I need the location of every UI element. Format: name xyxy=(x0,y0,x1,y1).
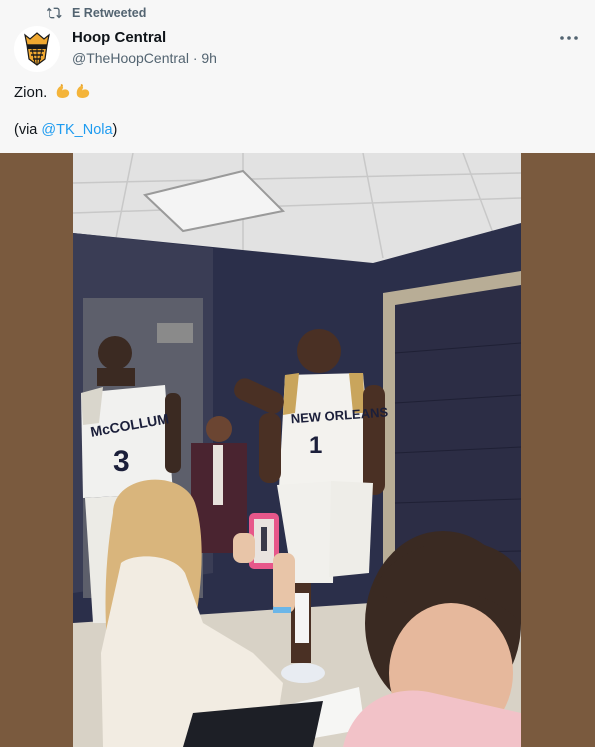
locker-room-photo: McCOLLUM 3 NEW ORLEANS 1 xyxy=(73,153,521,747)
jersey-left-number: 3 xyxy=(113,445,130,478)
more-options-button[interactable] xyxy=(555,30,583,46)
meta-separator: · xyxy=(192,50,198,66)
via-mention-link[interactable]: @TK_Nola xyxy=(41,122,112,138)
via-prefix: (via xyxy=(14,122,42,138)
via-suffix: ) xyxy=(112,122,118,138)
tweet-time[interactable]: 9h xyxy=(201,50,217,66)
via-credit: (via @TK_Nola) xyxy=(14,120,117,140)
author-handle[interactable]: @TheHoopCentral xyxy=(72,50,189,66)
author-meta: @TheHoopCentral · 9h xyxy=(72,50,217,66)
avatar[interactable] xyxy=(14,26,60,72)
flexed-biceps-emoji-1 xyxy=(54,82,72,106)
more-dots-icon xyxy=(560,36,578,40)
tweet-card[interactable]: E Retweeted Hoop Central @TheHoopCentral… xyxy=(0,0,595,747)
hoop-central-logo xyxy=(24,32,50,66)
retweet-icon xyxy=(47,7,62,19)
tweet-text: Zion. xyxy=(14,82,92,106)
tweet-photo[interactable]: McCOLLUM 3 NEW ORLEANS 1 xyxy=(73,153,521,747)
retweet-label: E Retweeted xyxy=(72,6,147,20)
tweet-body: Zion. xyxy=(14,84,48,101)
author-name[interactable]: Hoop Central xyxy=(72,29,166,46)
retweet-context[interactable]: E Retweeted xyxy=(46,5,146,21)
flexed-biceps-emoji-2 xyxy=(74,82,92,106)
tweet-media[interactable]: McCOLLUM 3 NEW ORLEANS 1 xyxy=(0,153,595,747)
jersey-center-number: 1 xyxy=(309,432,322,459)
